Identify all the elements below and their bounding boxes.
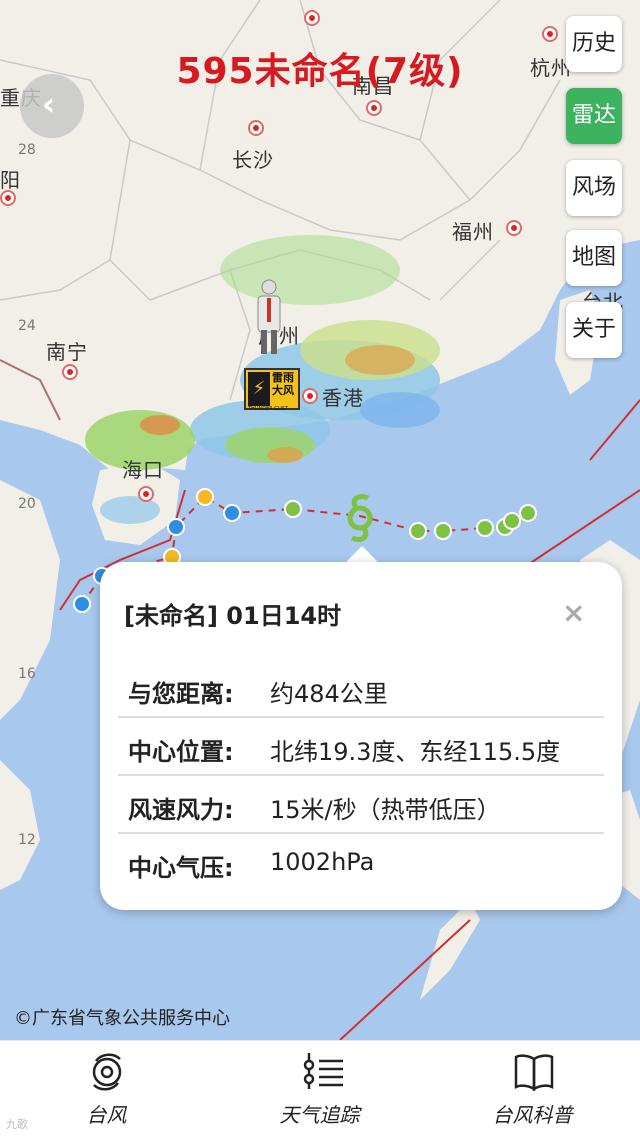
nav-typhoon-science[interactable]: 台风科普	[426, 1041, 639, 1138]
user-location-icon[interactable]	[252, 278, 286, 356]
city-marker	[542, 26, 558, 42]
city-marker	[304, 10, 320, 26]
city-marker	[366, 100, 382, 116]
chevron-left-icon: ‹	[42, 85, 56, 123]
typhoon-icon	[92, 1053, 122, 1091]
city-marker	[138, 486, 154, 502]
info-value: 1002hPa	[270, 848, 375, 876]
back-button[interactable]: ‹	[20, 74, 84, 138]
info-value: 北纬19.3度、东经115.5度	[270, 738, 561, 766]
info-row-wind: 风速风力: 15米/秒（热带低压）	[118, 776, 604, 834]
popup-header: [未命名] 01日14时	[124, 602, 342, 630]
typhoon-info-popup: [未命名] 01日14时 × 与您距离: 约484公里 中心位置: 北纬19.3…	[100, 562, 622, 910]
warning-en-text: THUNDER GUST	[248, 406, 289, 412]
warning-text: 雷雨 大风	[272, 371, 294, 397]
latitude-label: 28	[18, 142, 36, 158]
city-label-fuzhou: 福州	[452, 220, 494, 244]
history-button[interactable]: 历史	[566, 16, 622, 72]
latitude-label: 16	[18, 666, 36, 682]
info-row-pressure: 中心气压: 1002hPa	[118, 834, 604, 892]
info-row-distance: 与您距离: 约484公里	[118, 660, 604, 718]
nav-typhoon[interactable]: 台风	[0, 1041, 213, 1138]
typhoon-title: 595未命名(7级)	[176, 51, 464, 92]
info-key: 与您距离:	[128, 680, 234, 708]
info-key: 中心气压:	[128, 854, 234, 882]
about-button[interactable]: 关于	[566, 302, 622, 358]
radar-button[interactable]: 雷达	[566, 88, 622, 144]
info-value: 15米/秒（热带低压）	[270, 796, 501, 824]
nav-label: 天气追踪	[279, 1103, 360, 1127]
info-key: 风速风力:	[128, 796, 234, 824]
nav-weather-tracking[interactable]: 天气追踪	[213, 1041, 426, 1138]
city-marker	[62, 364, 78, 380]
thunder-gust-warning-icon[interactable]: ⚡ 雷雨 大风 THUNDER GUST	[244, 368, 300, 412]
typhoon-map[interactable]: 28 24 20 16 12 重庆 阳 南昌 杭州 长沙 福州 台北 南宁 广州…	[0, 0, 640, 1040]
latitude-label: 20	[18, 496, 36, 512]
nav-label: 台风科普	[492, 1103, 573, 1127]
latitude-label: 24	[18, 318, 36, 334]
city-label-haikou: 海口	[122, 458, 164, 482]
close-icon[interactable]: ×	[562, 596, 585, 629]
latitude-label: 12	[18, 832, 36, 848]
bottom-nav: 台风 天气追踪 台风科普	[0, 1040, 640, 1138]
nav-label: 台风	[86, 1103, 127, 1127]
copyright-text: ©广东省气象公共服务中心	[14, 1008, 230, 1029]
city-label-partial: 阳	[0, 168, 21, 192]
city-label-nanning: 南宁	[46, 340, 88, 364]
info-value: 约484公里	[270, 680, 388, 708]
city-marker	[0, 190, 16, 206]
info-key: 中心位置:	[128, 738, 234, 766]
watermark: 九歌	[6, 1118, 28, 1131]
city-marker	[248, 120, 264, 136]
map-button[interactable]: 地图	[566, 230, 622, 286]
city-marker	[302, 388, 318, 404]
city-marker	[506, 220, 522, 236]
city-label-changsha: 长沙	[232, 148, 274, 172]
book-icon	[514, 1054, 554, 1091]
tracking-icon	[303, 1053, 343, 1089]
info-row-position: 中心位置: 北纬19.3度、东经115.5度	[118, 718, 604, 776]
lightning-icon: ⚡	[248, 372, 270, 406]
city-label-hongkong: 香港	[322, 386, 364, 410]
wind-field-button[interactable]: 风场	[566, 160, 622, 216]
